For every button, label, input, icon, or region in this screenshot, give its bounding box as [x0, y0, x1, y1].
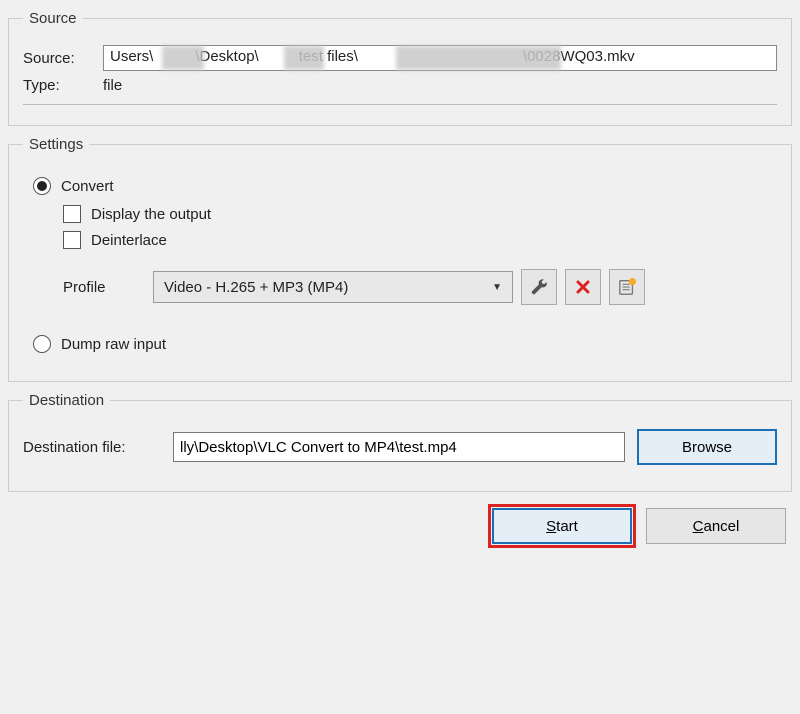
source-label: Source:: [23, 50, 103, 67]
delete-x-icon: [575, 279, 591, 295]
destination-group: Destination Destination file: Browse: [8, 392, 792, 492]
dump-raw-label: Dump raw input: [61, 336, 166, 353]
wrench-icon: [530, 278, 548, 296]
source-path-field[interactable]: Users\\Desktop\test files\\0028WQ03.mkv: [103, 45, 777, 71]
dropdown-arrow-icon: ▼: [492, 282, 502, 293]
destination-legend: Destination: [23, 392, 110, 409]
type-value: file: [103, 77, 122, 94]
profile-label: Profile: [63, 279, 153, 296]
source-group: Source Source: Users\\Desktop\test files…: [8, 10, 792, 126]
convert-radio[interactable]: [33, 177, 51, 195]
display-output-checkbox[interactable]: [63, 205, 81, 223]
start-button[interactable]: Start: [492, 508, 632, 544]
redacted-segment: [162, 46, 204, 70]
destination-file-field[interactable]: [173, 432, 625, 462]
source-legend: Source: [23, 10, 83, 27]
new-profile-icon: [618, 278, 636, 296]
dialog-button-row: Start Cancel: [4, 502, 796, 548]
profile-value: Video - H.265 + MP3 (MP4): [164, 279, 348, 296]
deinterlace-label: Deinterlace: [91, 232, 167, 249]
delete-profile-button[interactable]: [565, 269, 601, 305]
redacted-segment: [284, 46, 324, 70]
display-output-label: Display the output: [91, 206, 211, 223]
dump-raw-radio[interactable]: [33, 335, 51, 353]
convert-label: Convert: [61, 178, 114, 195]
redacted-segment: [396, 46, 561, 70]
settings-legend: Settings: [23, 136, 89, 153]
new-profile-button[interactable]: [609, 269, 645, 305]
type-label: Type:: [23, 77, 103, 94]
profile-select[interactable]: Video - H.265 + MP3 (MP4) ▼: [153, 271, 513, 303]
edit-profile-button[interactable]: [521, 269, 557, 305]
browse-button[interactable]: Browse: [637, 429, 777, 465]
cancel-button[interactable]: Cancel: [646, 508, 786, 544]
settings-group: Settings Convert Display the output Dein…: [8, 136, 792, 382]
deinterlace-checkbox[interactable]: [63, 231, 81, 249]
destination-file-label: Destination file:: [23, 439, 173, 456]
